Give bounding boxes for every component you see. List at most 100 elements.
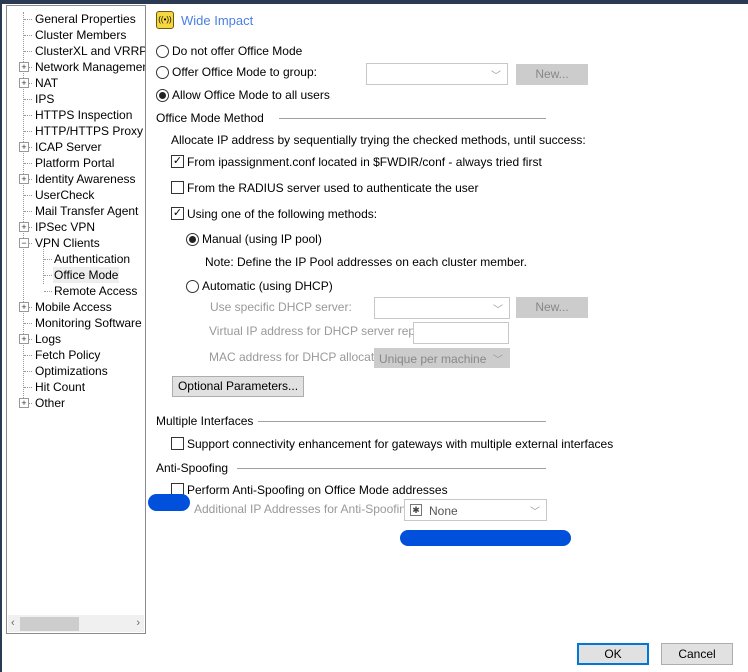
radio-offer-to-group[interactable] [156, 66, 169, 79]
additional-ip-label: Additional IP Addresses for Anti-Spoofin… [194, 502, 416, 516]
ip-pool-note: Note: Define the IP Pool addresses on ea… [205, 255, 527, 269]
divider [279, 118, 546, 119]
tree-item[interactable]: General Properties [34, 11, 137, 27]
checkbox-using-methods[interactable]: ✓ [171, 207, 184, 220]
tree-guide [24, 355, 32, 356]
tree-item[interactable]: Office Mode [53, 267, 120, 283]
cancel-button[interactable]: Cancel [661, 643, 733, 665]
network-object-icon: ✱ [410, 504, 422, 516]
mac-allocation-value: Unique per machine [379, 352, 487, 366]
checkbox-connectivity-enhancement-label: Support connectivity enhancement for gat… [187, 437, 614, 451]
expand-icon[interactable]: + [19, 398, 29, 408]
tree-item[interactable]: Other [34, 395, 66, 411]
tree-item[interactable]: NAT [34, 75, 59, 91]
scroll-right-icon[interactable]: › [136, 615, 140, 632]
expand-icon[interactable]: + [19, 302, 29, 312]
scroll-left-icon[interactable]: ‹ [11, 615, 15, 632]
tree-guide [44, 259, 52, 260]
dhcp-server-combo[interactable]: ﹀ [374, 297, 510, 319]
tree-guide [44, 275, 52, 276]
tree-item[interactable]: Authentication [53, 251, 131, 267]
tree-item[interactable]: Logs [34, 331, 62, 347]
tree-item[interactable]: Identity Awareness [34, 171, 137, 187]
scrollbar-thumb[interactable] [20, 617, 79, 631]
tree-guide [24, 323, 32, 324]
radio-do-not-offer-label: Do not offer Office Mode [172, 44, 303, 58]
tree-guide [24, 51, 32, 52]
group-new-button[interactable]: New... [516, 64, 588, 85]
tree-item[interactable]: HTTP/HTTPS Proxy [34, 123, 144, 139]
dhcp-new-button[interactable]: New... [516, 297, 588, 318]
radio-do-not-offer[interactable] [156, 45, 169, 58]
tree-guide [44, 291, 52, 292]
section-multiple-interfaces: Multiple Interfaces [156, 414, 254, 428]
method-description: Allocate IP address by sequentially tryi… [171, 133, 586, 147]
group-combo[interactable]: ﹀ [366, 63, 508, 85]
radio-automatic-dhcp-label: Automatic (using DHCP) [202, 279, 333, 293]
radio-automatic-dhcp[interactable] [186, 280, 199, 293]
ok-button[interactable]: OK [577, 643, 649, 665]
checkbox-ipassignment-label: From ipassignment.conf located in $FWDIR… [187, 155, 542, 169]
checkbox-using-methods-label: Using one of the following methods: [187, 207, 378, 221]
tree-guide [24, 211, 32, 212]
redaction-mark [148, 494, 190, 511]
tree-guide [24, 195, 32, 196]
dhcp-server-label: Use specific DHCP server: [210, 300, 352, 314]
tree-guide [24, 99, 32, 100]
tree-item[interactable]: UserCheck [34, 187, 95, 203]
divider [258, 421, 546, 422]
expand-icon[interactable]: + [19, 62, 29, 72]
tree-item[interactable]: IPS [34, 91, 55, 107]
window-top-border [0, 0, 748, 4]
checkbox-ipassignment[interactable]: ✓ [171, 155, 184, 168]
radio-allow-all-label: Allow Office Mode to all users [172, 88, 330, 102]
checkbox-anti-spoofing-label: Perform Anti-Spoofing on Office Mode add… [187, 483, 448, 497]
window-left-border [0, 0, 2, 672]
tree-item[interactable]: Platform Portal [34, 155, 115, 171]
tree-item[interactable]: Monitoring Software bla [34, 315, 145, 331]
tree-guide [24, 371, 32, 372]
checkbox-radius[interactable] [171, 181, 184, 194]
tree-item[interactable]: Mail Transfer Agent [34, 203, 139, 219]
chevron-down-icon: ﹀ [493, 355, 503, 366]
expand-icon[interactable]: + [19, 222, 29, 232]
virtual-ip-input[interactable] [413, 322, 509, 344]
tree-item[interactable]: ICAP Server [34, 139, 102, 155]
expand-icon[interactable]: + [19, 174, 29, 184]
expand-icon[interactable]: + [19, 142, 29, 152]
divider [237, 468, 546, 469]
radio-offer-to-group-label: Offer Office Mode to group: [172, 65, 317, 79]
tree-item[interactable]: Cluster Members [34, 27, 127, 43]
broadcast-icon: ((•)) [156, 11, 174, 29]
tree-guide [24, 387, 32, 388]
tree-item[interactable]: Hit Count [34, 379, 86, 395]
redaction-mark [400, 530, 571, 546]
tree-guide [43, 246, 44, 284]
radio-allow-all[interactable] [156, 89, 169, 102]
mac-allocation-select[interactable]: Unique per machine ﹀ [374, 348, 510, 368]
tree-item[interactable]: Remote Access [53, 283, 138, 299]
section-anti-spoofing: Anti-Spoofing [156, 461, 229, 475]
tree-item[interactable]: HTTPS Inspection [34, 107, 133, 123]
mac-allocation-label: MAC address for DHCP allocation: [209, 350, 394, 364]
checkbox-connectivity-enhancement[interactable] [171, 437, 184, 450]
checkbox-radius-label: From the RADIUS server used to authentic… [187, 181, 479, 195]
tree-item[interactable]: VPN Clients [34, 235, 101, 251]
optional-parameters-button[interactable]: Optional Parameters... [172, 376, 304, 397]
collapse-icon[interactable]: − [19, 238, 29, 248]
wide-impact-label: Wide Impact [181, 13, 254, 28]
tree-item[interactable]: Optimizations [34, 363, 109, 379]
virtual-ip-label: Virtual IP address for DHCP server repli… [209, 324, 437, 338]
expand-icon[interactable]: + [19, 78, 29, 88]
tree-item[interactable]: ClusterXL and VRRP [34, 43, 145, 59]
tree-item[interactable]: Fetch Policy [34, 347, 101, 363]
tree-item[interactable]: IPSec VPN [34, 219, 96, 235]
tree-item[interactable]: Mobile Access [34, 299, 113, 315]
expand-icon[interactable]: + [19, 334, 29, 344]
navigation-tree: ‹ › General Properties Cluster Members Clu… [6, 5, 146, 634]
additional-ip-combo[interactable]: ✱ None ﹀ [404, 499, 547, 521]
tree-guide [24, 35, 32, 36]
horizontal-scrollbar[interactable]: ‹ › [8, 615, 144, 632]
tree-item[interactable]: Network Management [34, 59, 145, 75]
radio-manual[interactable] [186, 233, 199, 246]
